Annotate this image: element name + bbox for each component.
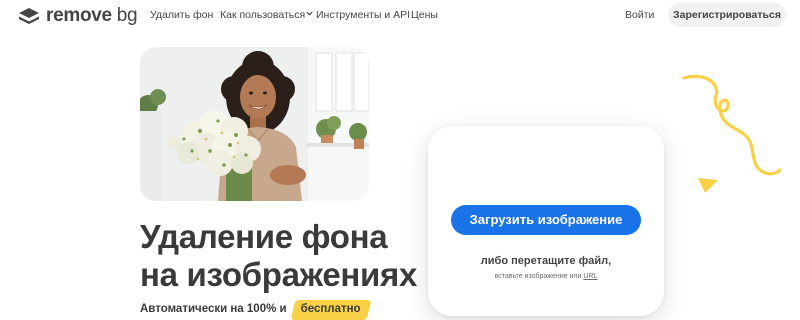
upload-card[interactable]: Загрузить изображение либо перетащите фа… <box>428 126 664 316</box>
signup-button[interactable]: Зарегистрироваться <box>668 3 786 27</box>
free-badge: бесплатно <box>293 301 369 317</box>
removebg-logo-icon <box>19 8 39 24</box>
paste-hint-text: вставьте изображение или <box>494 273 582 280</box>
chevron-down-icon <box>306 11 313 16</box>
hero-subline-text: Автоматически на 100% и <box>140 303 287 315</box>
hero-headline-line2: на изображениях <box>140 256 418 293</box>
hero-subline: Автоматически на 100% и бесплатно <box>140 301 369 317</box>
logo-text: remove bg <box>46 5 138 26</box>
url-link[interactable]: URL <box>583 273 597 280</box>
hero-photo <box>140 47 369 201</box>
triangle-decoration <box>698 178 718 193</box>
woman-with-flowers-image <box>140 47 369 201</box>
login-link[interactable]: Войти <box>625 9 654 22</box>
nav-pricing[interactable]: Цены <box>411 9 438 22</box>
nav-how-to-use[interactable]: Как пользоваться <box>220 9 313 22</box>
hero-headline-line1: Удаление фона <box>140 218 388 255</box>
nav-tools-api[interactable]: Инструменты и API <box>316 9 410 22</box>
paste-hint: вставьте изображение или URL <box>428 272 664 281</box>
hero-headline: Удаление фона на изображениях <box>140 218 417 294</box>
nav-remove-background[interactable]: Удалить фон <box>150 9 213 22</box>
nav-how-to-use-label: Как пользоваться <box>220 9 306 21</box>
logo[interactable]: remove bg <box>18 5 138 26</box>
upload-image-button[interactable]: Загрузить изображение <box>451 205 641 235</box>
drop-file-hint: либо перетащите файл, <box>480 255 612 267</box>
logo-text-light: bg <box>116 5 138 26</box>
top-navigation-bar: remove bg Удалить фон Как пользоваться И… <box>0 0 800 32</box>
logo-text-bold: remove <box>46 5 112 26</box>
squiggle-decoration <box>682 74 782 176</box>
